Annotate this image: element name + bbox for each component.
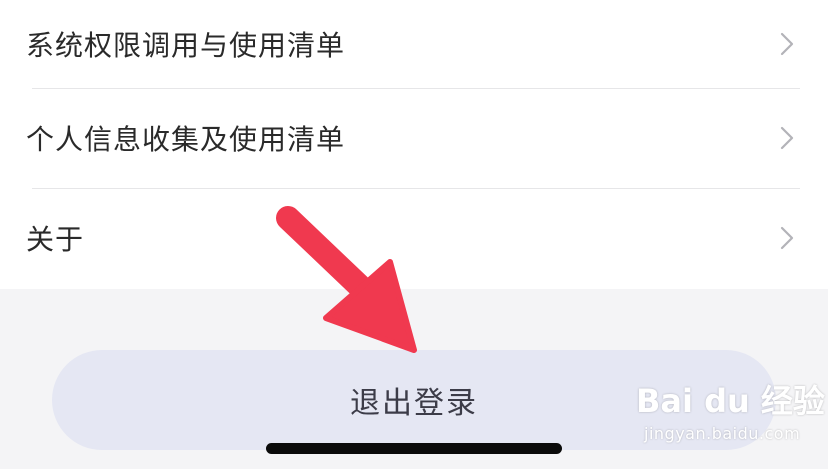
watermark: Bai du 经验 jingyan.baidu.com <box>636 376 826 456</box>
divider <box>32 188 800 189</box>
chevron-right-icon <box>780 226 794 250</box>
settings-item-about[interactable]: 关于 <box>0 194 828 282</box>
home-indicator[interactable] <box>266 443 562 454</box>
settings-item-label: 关于 <box>26 223 85 256</box>
logout-button-label: 退出登录 <box>350 386 478 421</box>
settings-list: 系统权限调用与使用清单 个人信息收集及使用清单 关于 <box>0 0 828 289</box>
settings-item-label: 系统权限调用与使用清单 <box>26 29 346 62</box>
divider <box>32 88 800 89</box>
settings-item-system-permissions[interactable]: 系统权限调用与使用清单 <box>0 0 828 88</box>
watermark-logo: Bai du 经验 <box>636 382 825 420</box>
chevron-right-icon <box>780 126 794 150</box>
watermark-url: jingyan.baidu.com <box>644 424 801 443</box>
settings-item-label: 个人信息收集及使用清单 <box>26 123 346 156</box>
chevron-right-icon <box>780 32 794 56</box>
settings-item-personal-info[interactable]: 个人信息收集及使用清单 <box>0 94 828 182</box>
